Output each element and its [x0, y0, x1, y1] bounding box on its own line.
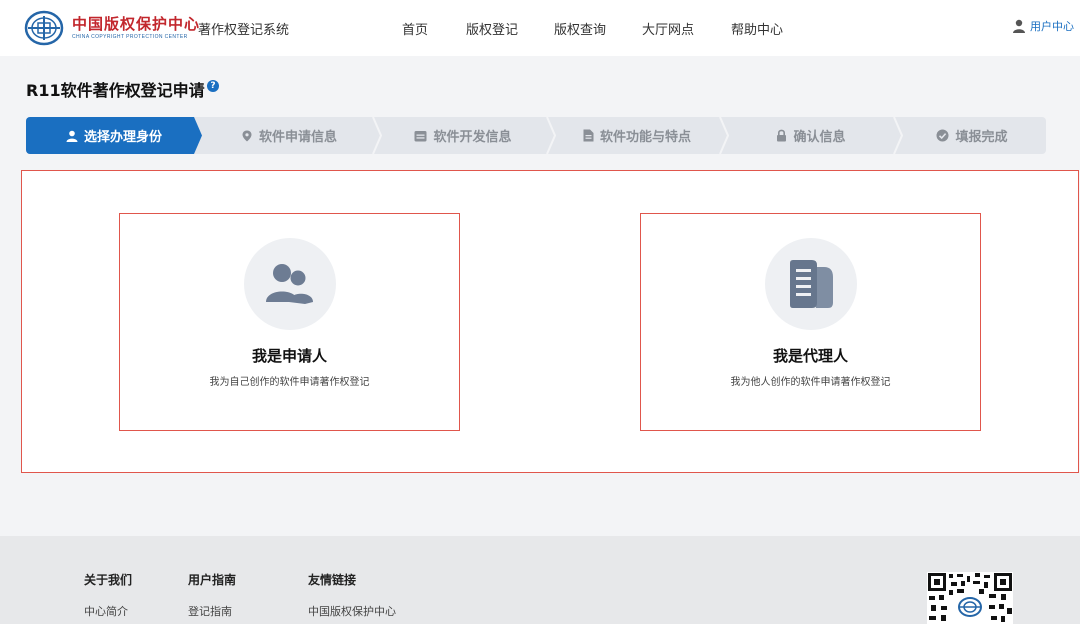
step-confirm-info[interactable]: 确认信息	[724, 117, 898, 154]
step-label: 填报完成	[955, 130, 1008, 145]
check-circle-icon	[936, 129, 949, 142]
users-icon	[265, 264, 313, 304]
footer-heading-friendly-links: 友情链接	[308, 573, 357, 587]
footer-heading-about: 关于我们	[84, 573, 133, 587]
top-header: 中国版权保护中心 CHINA COPYRIGHT PROTECTION CENT…	[0, 0, 1080, 56]
calendar-icon	[414, 130, 427, 141]
system-name: 著作权登记系统	[198, 23, 290, 38]
identity-selection-panel: 我是申请人 我为自己创作的软件申请著作权登记 我是代理人 我为他人创作的软件申请…	[21, 170, 1079, 473]
user-icon	[1013, 19, 1025, 33]
step-software-development-info[interactable]: 软件开发信息	[376, 117, 550, 154]
nav-service-halls[interactable]: 大厅网点	[642, 19, 694, 38]
user-center-link[interactable]: 用户中心	[1012, 18, 1074, 34]
document-icon	[583, 129, 594, 142]
icon-circle	[243, 238, 336, 330]
help-icon[interactable]: ?	[207, 80, 219, 92]
icon-circle	[764, 238, 857, 330]
site-footer: 关于我们 中心简介 用户指南 登记指南 友情链接 中国版权保护中心	[0, 536, 1080, 624]
logo-text: 中国版权保护中心	[72, 15, 201, 33]
user-center-label: 用户中心	[1030, 20, 1074, 33]
agent-option-card[interactable]: 我是代理人 我为他人创作的软件申请著作权登记	[640, 213, 981, 431]
option-title: 我是申请人	[251, 347, 327, 365]
page-title: R11软件著作权登记申请	[26, 81, 205, 100]
step-completed[interactable]: 填报完成	[898, 117, 1046, 154]
nav-copyright-registration[interactable]: 版权登记	[466, 19, 518, 38]
step-software-application-info[interactable]: 软件申请信息	[202, 117, 376, 154]
documents-icon	[789, 260, 833, 308]
nav-home[interactable]: 首页	[402, 19, 428, 38]
applicant-option-card[interactable]: 我是申请人 我为自己创作的软件申请著作权登记	[119, 213, 460, 431]
step-label: 确认信息	[793, 130, 846, 145]
footer-heading-user-guide: 用户指南	[188, 573, 237, 587]
nav-copyright-query[interactable]: 版权查询	[554, 19, 606, 38]
step-label: 软件申请信息	[258, 130, 337, 145]
qr-code-icon	[928, 573, 1012, 622]
footer-link-center-intro[interactable]: 中心简介	[84, 603, 128, 619]
step-select-identity[interactable]: 选择办理身份	[26, 117, 202, 154]
location-pin-icon	[242, 130, 252, 141]
option-description: 我为他人创作的软件申请著作权登记	[730, 377, 891, 388]
progress-steps: 选择办理身份 软件申请信息 软件开发信息 软件功能与特点 确认信息 填报完成	[26, 117, 1046, 154]
option-title: 我是代理人	[772, 347, 848, 365]
logo-subtext: CHINA COPYRIGHT PROTECTION CENTER	[72, 34, 188, 40]
nav-help-center[interactable]: 帮助中心	[731, 19, 783, 38]
qr-code	[927, 572, 1013, 624]
step-label: 选择办理身份	[83, 130, 162, 145]
step-software-features[interactable]: 软件功能与特点	[550, 117, 724, 154]
footer-link-registration-guide[interactable]: 登记指南	[188, 603, 232, 619]
option-description: 我为自己创作的软件申请著作权登记	[209, 377, 370, 388]
footer-link-cpcc[interactable]: 中国版权保护中心	[308, 603, 396, 619]
step-label: 软件开发信息	[433, 130, 512, 145]
step-label: 软件功能与特点	[599, 130, 691, 145]
logo-icon[interactable]	[24, 10, 64, 46]
user-icon	[66, 130, 78, 142]
lock-icon	[777, 129, 787, 142]
